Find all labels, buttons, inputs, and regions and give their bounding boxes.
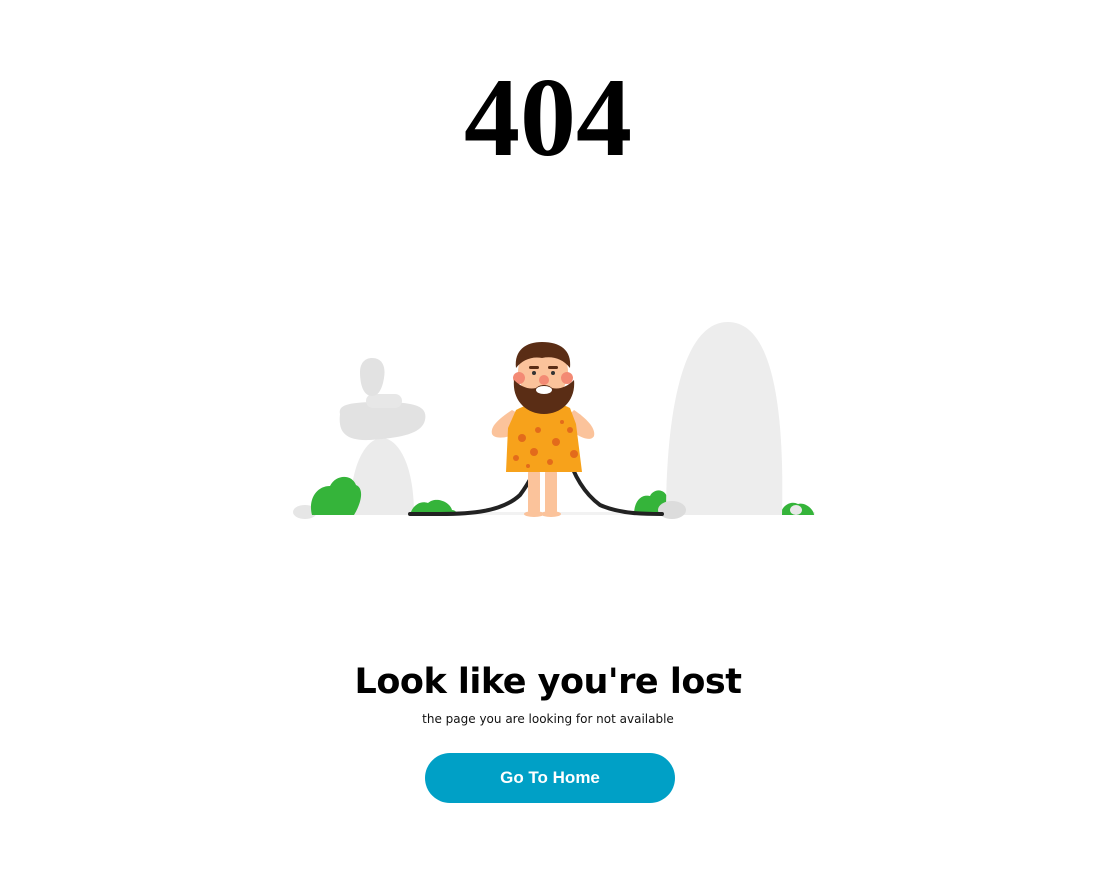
pebble-right [790, 505, 802, 515]
error-code: 404 [464, 56, 632, 180]
tall-rock [666, 322, 783, 515]
page-subline: the page you are looking for not availab… [422, 712, 674, 726]
caveman-figure [491, 342, 595, 517]
bush-left [310, 476, 362, 515]
illustration-svg [293, 322, 815, 519]
go-to-home-button[interactable]: Go To Home [425, 753, 675, 803]
page-headline: Look like you're lost [354, 662, 742, 702]
pebble-center [658, 501, 686, 519]
caveman-404-illustration [290, 310, 820, 525]
